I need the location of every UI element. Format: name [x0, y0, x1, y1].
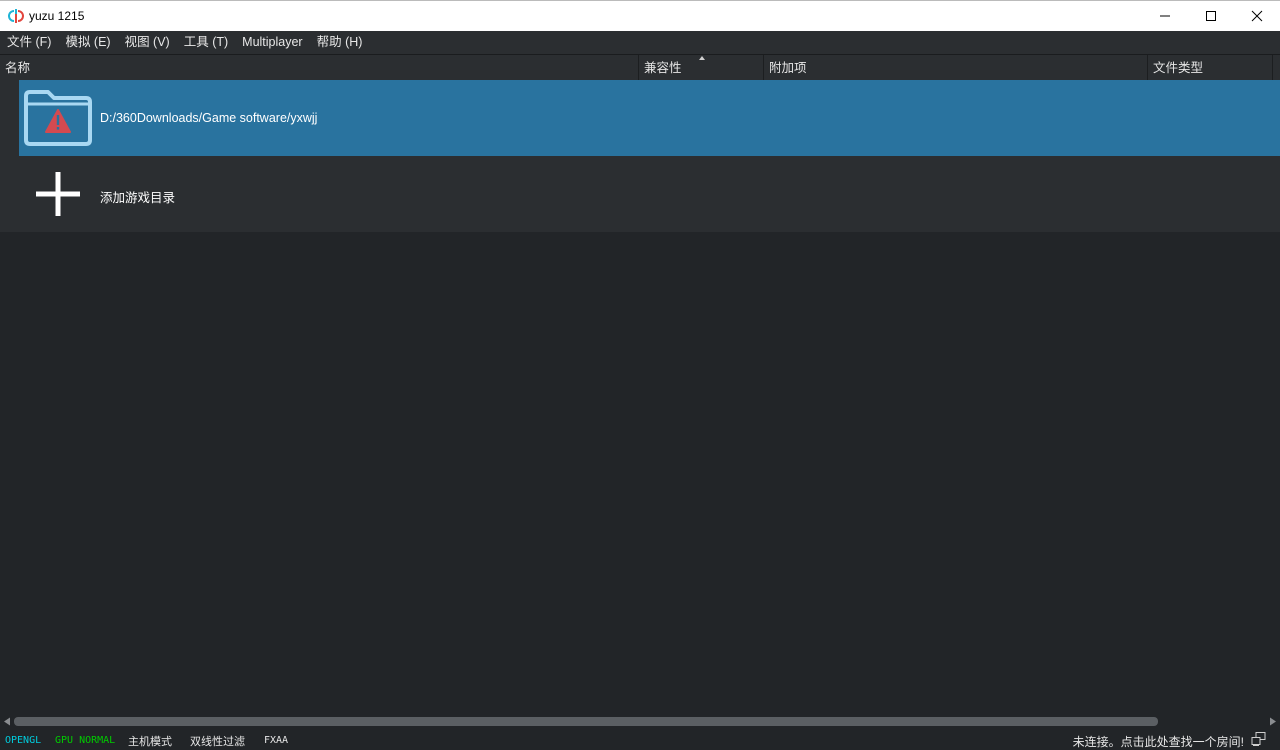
network-status-text[interactable]: 未连接。点击此处查找一个房间! [1073, 733, 1244, 750]
minimize-icon [1160, 15, 1170, 17]
game-dir-path: D:/360Downloads/Game software/yxwjj [100, 111, 318, 125]
menu-multiplayer[interactable]: Multiplayer [235, 31, 309, 54]
maximize-button[interactable] [1188, 1, 1234, 31]
game-dir-row[interactable]: D:/360Downloads/Game software/yxwjj [0, 80, 1280, 156]
horizontal-scrollbar[interactable] [0, 714, 1280, 729]
scroll-thumb[interactable] [14, 717, 1158, 726]
title-bar: yuzu 1215 [0, 0, 1280, 31]
maximize-icon [1206, 11, 1216, 21]
menu-tools[interactable]: 工具 (T) [177, 31, 235, 54]
close-icon [1251, 10, 1263, 22]
dock-mode-status[interactable]: 主机模式 [128, 733, 172, 749]
close-button[interactable] [1234, 1, 1280, 31]
sort-ascending-icon [699, 56, 705, 60]
scroll-track[interactable] [14, 717, 1266, 726]
plus-icon [36, 172, 80, 216]
network-status-icon[interactable] [1251, 732, 1266, 746]
anti-aliasing-status[interactable]: FXAA [264, 735, 288, 746]
scroll-right-icon[interactable] [1269, 717, 1277, 726]
game-list-header: 名称 兼容性 附加项 文件类型 [0, 54, 1280, 80]
filter-status[interactable]: 双线性过滤 [190, 733, 245, 749]
yuzu-logo-icon [8, 9, 24, 23]
menu-file[interactable]: 文件 (F) [0, 31, 58, 54]
scroll-left-icon[interactable] [3, 717, 11, 726]
window-controls [1142, 1, 1280, 31]
graphics-api-status[interactable]: OPENGL [5, 735, 41, 746]
menu-view[interactable]: 视图 (V) [118, 31, 177, 54]
window-title: yuzu 1215 [29, 9, 85, 23]
add-game-dir-row[interactable]: 添加游戏目录 [0, 156, 1280, 232]
minimize-button[interactable] [1142, 1, 1188, 31]
menu-emulation[interactable]: 模拟 (E) [58, 31, 117, 54]
column-header-name[interactable]: 名称 [0, 55, 639, 80]
folder-warning-icon [24, 90, 92, 146]
menu-help[interactable]: 帮助 (H) [310, 31, 370, 54]
status-bar: OPENGL GPU NORMAL 主机模式 双线性过滤 FXAA 未连接。点击… [0, 729, 1280, 749]
column-header-overflow[interactable] [1273, 55, 1280, 80]
add-game-dir-label: 添加游戏目录 [100, 191, 176, 205]
gpu-accuracy-status[interactable]: GPU NORMAL [55, 735, 115, 746]
menu-bar: 文件 (F) 模拟 (E) 视图 (V) 工具 (T) Multiplayer … [0, 31, 1280, 54]
column-header-file-type[interactable]: 文件类型 [1148, 55, 1273, 80]
column-header-addons[interactable]: 附加项 [764, 55, 1148, 80]
